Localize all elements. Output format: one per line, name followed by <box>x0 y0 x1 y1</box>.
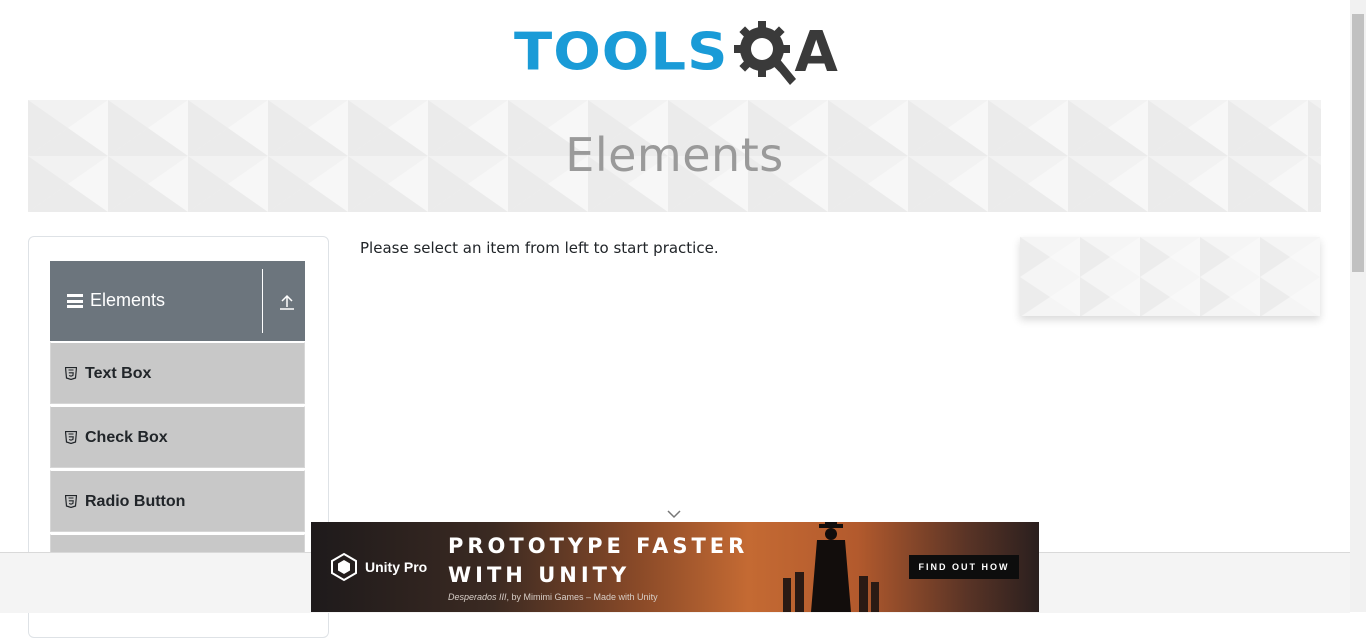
ad-headline-line1: PROTOTYPE FASTER <box>448 534 749 558</box>
ad-caption: Desperados III, by Mimimi Games – Made w… <box>448 592 658 602</box>
logo-text-tools: TOOLS <box>514 22 729 83</box>
hamburger-icon <box>67 294 83 308</box>
ad-headline-line2: WITH UNITY <box>448 563 631 587</box>
html5-icon <box>65 495 77 508</box>
elements-group-header[interactable]: Elements <box>50 261 305 341</box>
ad-caption-rest: , by Mimimi Games – Made with Unity <box>506 592 658 602</box>
menu-item-radio-button[interactable]: Radio Button <box>50 470 305 532</box>
ad-pattern <box>1020 237 1320 316</box>
ad-caption-game: Desperados III <box>448 592 507 602</box>
html5-icon <box>65 431 77 444</box>
ad-brand: Unity Pro <box>365 559 428 575</box>
unity-logo-icon <box>331 552 357 582</box>
html5-icon <box>65 367 77 380</box>
page-banner: Elements <box>28 100 1321 212</box>
cowboy-figure <box>783 522 879 612</box>
logo-text-a: A <box>794 20 838 85</box>
scrollbar-thumb[interactable] <box>1352 14 1364 272</box>
menu-item-label: Radio Button <box>85 493 186 510</box>
menu-item-text-box[interactable]: Text Box <box>50 342 305 404</box>
toolsqa-logo[interactable]: TOOLS A <box>514 14 838 92</box>
menu-item-check-box[interactable]: Check Box <box>50 406 305 468</box>
page-title: Elements <box>565 128 784 182</box>
vertical-scrollbar[interactable] <box>1350 0 1366 612</box>
unity-ad-banner[interactable]: Unity Pro PROTOTYPE FASTER WITH UNITY De… <box>311 522 1039 612</box>
menu-item-label: Check Box <box>85 429 168 446</box>
group-title: Elements <box>90 290 166 310</box>
menu-item-label: Text Box <box>85 365 152 382</box>
find-out-how-button[interactable]: FIND OUT HOW <box>909 555 1019 579</box>
collapse-up-icon[interactable] <box>279 293 295 311</box>
side-ad-placeholder <box>1020 237 1320 316</box>
practice-instruction: Please select an item from left to start… <box>360 239 719 257</box>
header-divider <box>262 269 263 333</box>
chevron-down-icon[interactable] <box>666 508 682 520</box>
gear-magnifier-icon <box>734 21 797 85</box>
